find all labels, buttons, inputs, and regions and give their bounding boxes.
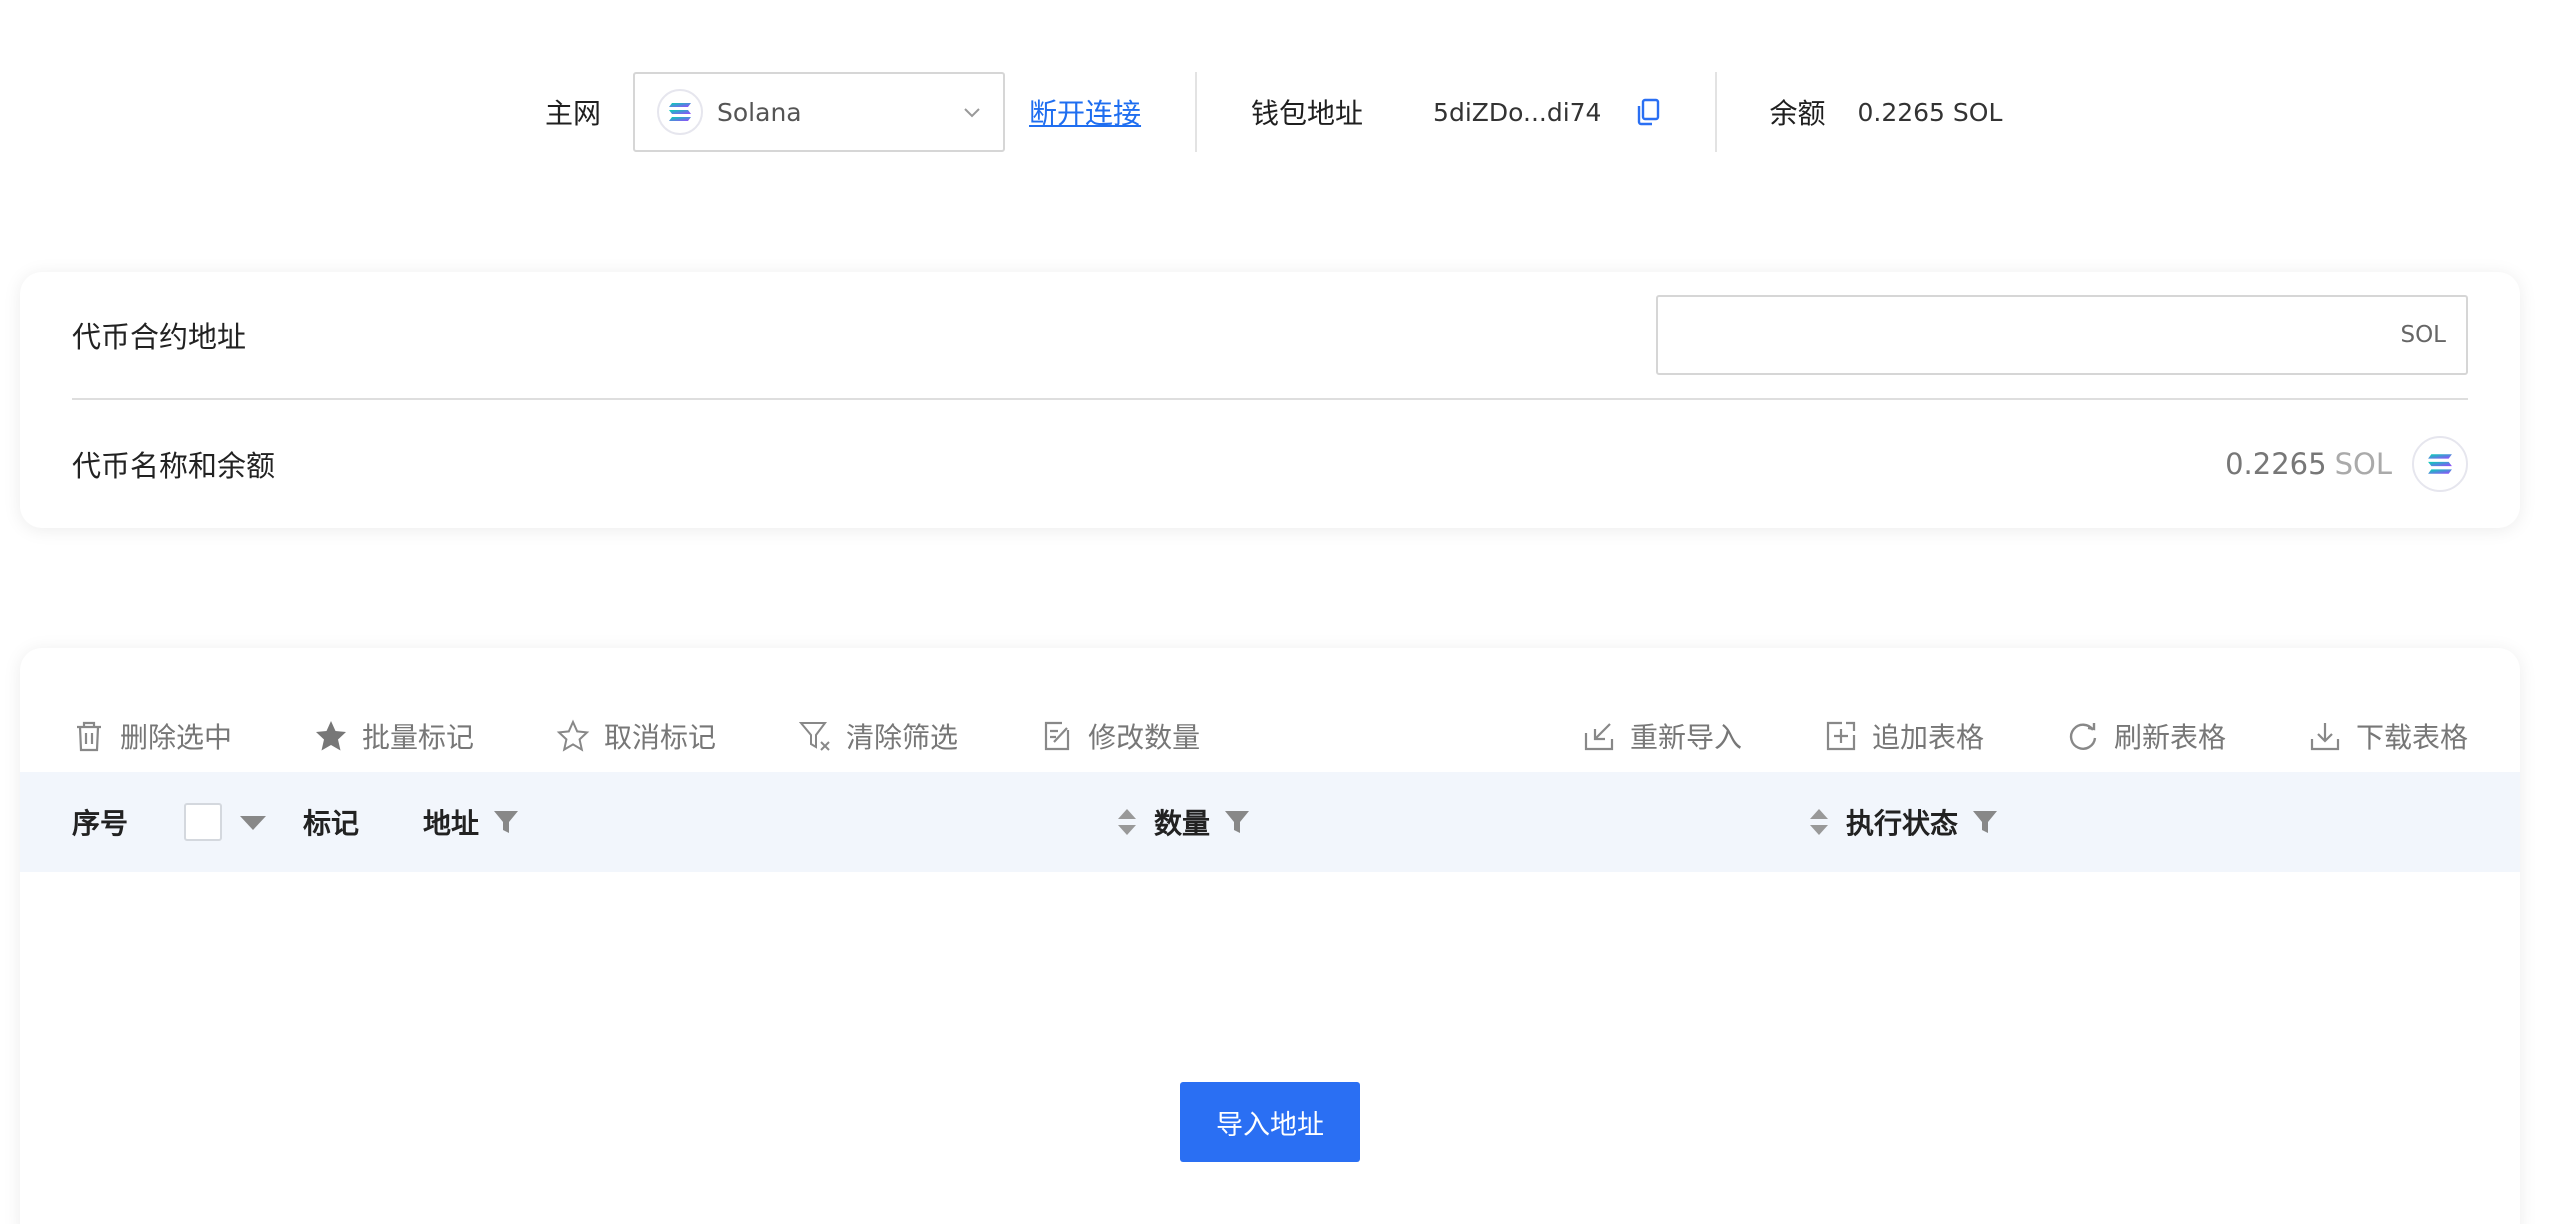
select-all — [184, 772, 268, 872]
contract-row: 代币合约地址 SOL — [72, 272, 2468, 400]
column-address: 地址 — [423, 772, 519, 872]
wallet-label: 钱包地址 — [1251, 97, 1364, 130]
token-balance-row: 代币名称和余额 0.2265 SOL — [72, 400, 2468, 528]
star-filled-icon — [316, 721, 347, 751]
network-select[interactable]: Solana — [633, 72, 1006, 152]
contract-input[interactable] — [1658, 297, 2401, 373]
filter-icon[interactable] — [1972, 809, 1998, 835]
download-table-button[interactable]: 下载表格 — [2308, 716, 2468, 756]
balance-label: 余额 — [1769, 97, 1826, 130]
delete-selected-button[interactable]: 删除选中 — [72, 716, 232, 756]
column-status: 执行状态 — [1808, 772, 1998, 872]
filter-icon[interactable] — [493, 809, 519, 835]
contract-suffix: SOL — [2400, 322, 2446, 348]
wallet-bar: 主网 Solana 断开连接 钱包地址 5diZDo...di74 余额 0.2… — [545, 72, 2002, 152]
chevron-down-icon — [964, 108, 980, 118]
column-status-label: 执行状态 — [1846, 807, 1959, 840]
refresh-table-label: 刷新表格 — [2113, 721, 2226, 754]
filter-clear-icon — [798, 722, 830, 751]
column-quantity: 数量 — [1116, 772, 1250, 872]
divider — [1195, 72, 1198, 152]
token-balance-unit: SOL — [2334, 447, 2392, 481]
refresh-table-button[interactable]: 刷新表格 — [2066, 716, 2226, 756]
reimport-button[interactable]: 重新导入 — [1582, 716, 1742, 756]
import-icon — [1584, 723, 1614, 751]
sort-icon[interactable] — [1116, 807, 1138, 837]
column-index: 序号 — [72, 772, 128, 872]
divider — [1715, 72, 1718, 152]
append-table-button[interactable]: 追加表格 — [1824, 716, 1984, 756]
table-toolbar: 删除选中 批量标记 取消标记 清除筛选 修改数量 重新导入 追加表格 刷新表格 … — [72, 700, 2468, 772]
table-card: 删除选中 批量标记 取消标记 清除筛选 修改数量 重新导入 追加表格 刷新表格 … — [20, 648, 2520, 1224]
table-header: 序号 标记 地址 数量 执行状态 — [20, 772, 2520, 872]
column-address-label: 地址 — [423, 807, 480, 840]
token-name-balance-label: 代币名称和余额 — [72, 449, 276, 483]
edit-quantity-button[interactable]: 修改数量 — [1040, 716, 1200, 756]
token-card: 代币合约地址 SOL 代币名称和余额 0.2265 SOL — [20, 272, 2520, 528]
copy-icon[interactable] — [1635, 98, 1661, 126]
unmark-label: 取消标记 — [604, 721, 717, 754]
column-index-label: 序号 — [72, 807, 129, 840]
balance-value: 0.2265 SOL — [1857, 97, 2003, 127]
append-table-label: 追加表格 — [1871, 721, 1984, 754]
solana-logo-icon — [2412, 436, 2468, 492]
contract-input-wrapper: SOL — [1656, 295, 2468, 375]
column-quantity-label: 数量 — [1154, 807, 1211, 840]
contract-label: 代币合约地址 — [72, 320, 247, 354]
column-mark: 标记 — [303, 772, 359, 872]
unmark-button[interactable]: 取消标记 — [556, 716, 716, 756]
token-balance-amount: 0.2265 — [2225, 447, 2327, 481]
refresh-icon — [2069, 723, 2097, 750]
sort-icon[interactable] — [1808, 807, 1830, 837]
reimport-label: 重新导入 — [1629, 721, 1742, 754]
edit-icon — [1044, 721, 1070, 751]
page: 主网 Solana 断开连接 钱包地址 5diZDo...di74 余额 0.2… — [0, 0, 2570, 1224]
download-icon — [2310, 723, 2340, 751]
edit-quantity-label: 修改数量 — [1088, 721, 1201, 754]
solana-logo-icon — [657, 89, 704, 135]
batch-mark-label: 批量标记 — [362, 721, 475, 754]
import-address-button[interactable]: 导入地址 — [1180, 1082, 1360, 1162]
trash-icon — [77, 721, 101, 752]
filter-icon[interactable] — [1224, 809, 1250, 835]
column-mark-label: 标记 — [303, 807, 360, 840]
network-value: Solana — [717, 97, 802, 127]
disconnect-link[interactable]: 断开连接 — [1029, 92, 1141, 132]
delete-selected-label: 删除选中 — [120, 721, 233, 754]
clear-filter-label: 清除筛选 — [846, 721, 959, 754]
batch-mark-button[interactable]: 批量标记 — [314, 716, 474, 756]
wallet-address: 5diZDo...di74 — [1433, 97, 1602, 127]
star-outline-icon — [556, 719, 590, 752]
add-box-icon — [1826, 721, 1856, 751]
network-label: 主网 — [545, 97, 602, 130]
download-table-label: 下载表格 — [2355, 721, 2468, 754]
clear-filter-button[interactable]: 清除筛选 — [798, 716, 958, 756]
caret-down-icon[interactable] — [238, 812, 268, 832]
select-all-checkbox[interactable] — [184, 803, 222, 841]
token-balance: 0.2265 SOL — [2225, 436, 2468, 492]
